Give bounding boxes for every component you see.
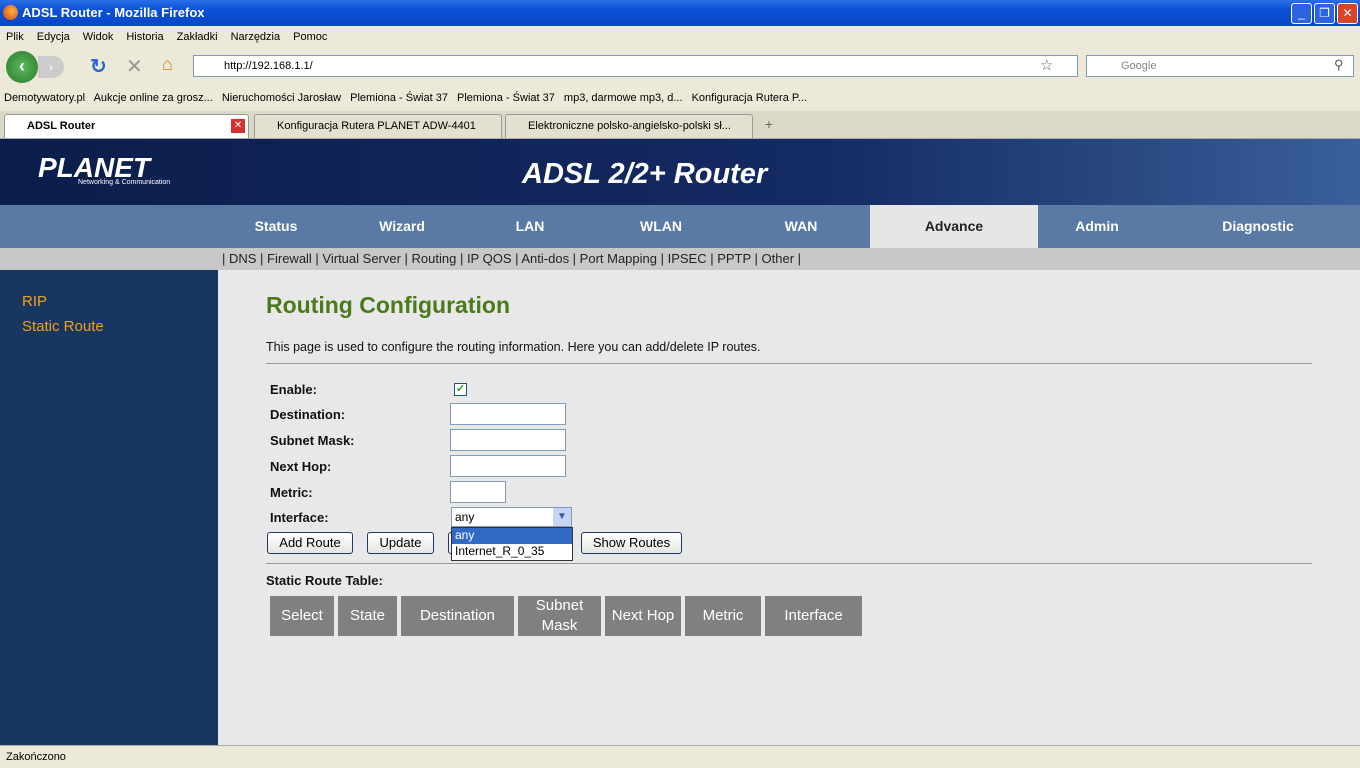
nav-diagnostic[interactable]: Diagnostic	[1156, 205, 1360, 248]
status-bar: Zakończono	[0, 745, 1360, 768]
back-button[interactable]: ‹	[6, 51, 38, 83]
reload-icon[interactable]: ↻	[90, 54, 107, 79]
menu-historia[interactable]: Historia	[126, 31, 163, 43]
menu-bar: Plik Edycja Widok Historia Zakładki Narzędzia…	[0, 26, 1360, 46]
bookmark-item[interactable]: Plemiona - Świat 37	[350, 92, 448, 104]
sidebar-item-rip[interactable]: RIP	[22, 293, 47, 310]
window-title: ADSL Router - Mozilla Firefox	[0, 0, 1360, 26]
menu-zakladki[interactable]: Zakładki	[177, 31, 218, 43]
tab-konfiguracja[interactable]: Konfiguracja Rutera PLANET ADW-4401	[254, 114, 502, 138]
add-route-button[interactable]: Add Route	[267, 532, 353, 554]
destination-label: Destination:	[270, 407, 346, 422]
sub-nav[interactable]: | DNS | Firewall | Virtual Server | Rout…	[0, 248, 1360, 270]
menu-edycja[interactable]: Edycja	[37, 31, 70, 43]
bookmark-item[interactable]: Demotywatory.pl	[4, 92, 85, 104]
col-select: Select	[270, 596, 334, 636]
divider	[266, 363, 1312, 364]
nav-admin[interactable]: Admin	[1038, 205, 1156, 248]
col-destination: Destination	[401, 596, 514, 636]
option-internet[interactable]: Internet_R_0_35	[452, 544, 572, 560]
menu-pomoc[interactable]: Pomoc	[293, 31, 327, 43]
nav-wan[interactable]: WAN	[732, 205, 870, 248]
search-icon[interactable]: ⚲	[1334, 57, 1344, 73]
enable-checkbox[interactable]: ✓	[454, 383, 467, 396]
header-title: ADSL 2/2+ Router	[522, 158, 768, 190]
bookmark-item[interactable]: mp3, darmowe mp3, d...	[564, 92, 683, 104]
chevron-down-icon[interactable]: ▼	[553, 508, 571, 526]
subnet-mask-label: Subnet Mask:	[270, 433, 355, 448]
bookmark-item[interactable]: Konfiguracja Rutera P...	[692, 92, 807, 104]
col-next-hop: Next Hop	[605, 596, 681, 636]
close-button[interactable]: ✕	[1337, 3, 1358, 24]
bookmark-item[interactable]: Nieruchomości Jarosław	[222, 92, 341, 104]
sidebar	[0, 270, 218, 745]
nav-status[interactable]: Status	[218, 205, 334, 248]
search-input[interactable]: Google	[1086, 55, 1354, 77]
bookmark-star-icon[interactable]: ☆	[1040, 56, 1053, 74]
destination-input[interactable]	[450, 403, 566, 425]
table-title: Static Route Table:	[266, 573, 383, 588]
col-metric: Metric	[685, 596, 761, 636]
maximize-button[interactable]: ❐	[1314, 3, 1335, 24]
nav-wlan[interactable]: WLAN	[590, 205, 732, 248]
option-any[interactable]: any	[452, 528, 572, 544]
firefox-icon	[3, 5, 18, 20]
page-title: Routing Configuration	[266, 292, 510, 318]
next-hop-label: Next Hop:	[270, 459, 332, 474]
url-input[interactable]: http://192.168.1.1/	[193, 55, 1078, 77]
interface-dropdown: any Internet_R_0_35	[451, 527, 573, 561]
tab-adsl-router[interactable]: ADSL Router	[4, 114, 249, 138]
bookmark-item[interactable]: Plemiona - Świat 37	[457, 92, 555, 104]
bookmark-item[interactable]: Aukcje online za grosz...	[94, 92, 213, 104]
col-state: State	[338, 596, 397, 636]
col-interface: Interface	[765, 596, 862, 636]
menu-narzedzia[interactable]: Narzędzia	[231, 31, 281, 43]
menu-widok[interactable]: Widok	[83, 31, 114, 43]
show-routes-button[interactable]: Show Routes	[581, 532, 682, 554]
divider	[266, 563, 1312, 564]
enable-label: Enable:	[270, 382, 317, 397]
next-hop-input[interactable]	[450, 455, 566, 477]
nav-advance[interactable]: Advance	[870, 205, 1038, 248]
menu-plik[interactable]: Plik	[6, 31, 24, 43]
page-description: This page is used to configure the routi…	[266, 340, 761, 354]
nav-wizard[interactable]: Wizard	[334, 205, 470, 248]
col-subnet-mask: Subnet Mask	[518, 596, 601, 636]
tab-close-icon[interactable]: ✕	[231, 119, 245, 133]
metric-input[interactable]	[450, 481, 506, 503]
interface-label: Interface:	[270, 510, 329, 525]
update-button[interactable]: Update	[367, 532, 434, 554]
subnet-mask-input[interactable]	[450, 429, 566, 451]
logo-subtitle: Networking & Communication	[78, 179, 171, 186]
home-icon[interactable]: ⌂	[162, 54, 173, 75]
tab-slownik[interactable]: Elektroniczne polsko-angielsko-polski sł…	[505, 114, 753, 138]
metric-label: Metric:	[270, 485, 313, 500]
bookmarks-bar: Demotywatory.pl Aukcje online za grosz..…	[0, 86, 1360, 111]
stop-icon[interactable]: ✕	[126, 54, 143, 79]
sidebar-item-static-route[interactable]: Static Route	[22, 318, 104, 335]
minimize-button[interactable]: _	[1291, 3, 1312, 24]
forward-button[interactable]: ›	[38, 56, 64, 78]
nav-lan[interactable]: LAN	[470, 205, 590, 248]
new-tab-button[interactable]: +	[758, 116, 780, 136]
